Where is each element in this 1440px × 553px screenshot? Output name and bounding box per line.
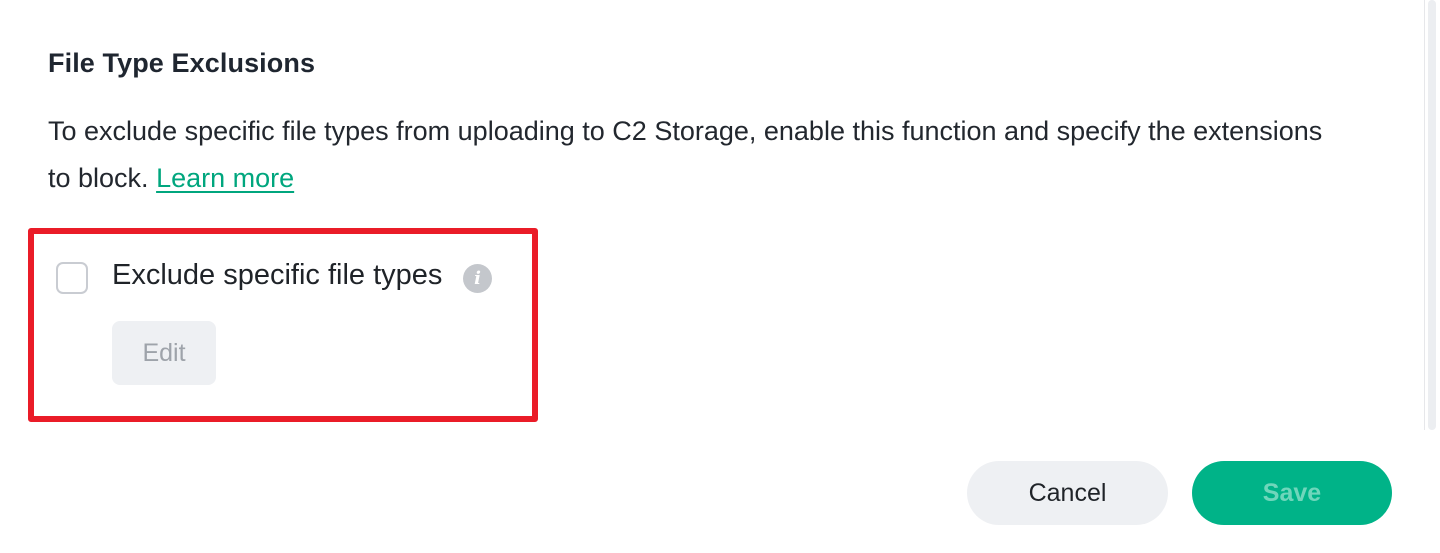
exclude-file-types-label: Exclude specific file types	[112, 259, 443, 291]
scrollbar-thumb[interactable]	[1428, 0, 1436, 430]
section-title: File Type Exclusions	[48, 48, 316, 78]
cancel-button[interactable]: Cancel	[967, 461, 1168, 525]
save-button[interactable]: Save	[1192, 461, 1392, 525]
info-icon[interactable]: i	[463, 264, 492, 293]
learn-more-link[interactable]: Learn more	[156, 163, 294, 193]
edit-button[interactable]: Edit	[112, 321, 216, 385]
file-type-exclusions-panel: File Type Exclusions To exclude specific…	[0, 0, 1440, 553]
section-description: To exclude specific file types from uplo…	[48, 108, 1348, 202]
exclude-file-types-checkbox[interactable]	[56, 262, 88, 294]
highlight-annotation-box	[28, 228, 538, 422]
